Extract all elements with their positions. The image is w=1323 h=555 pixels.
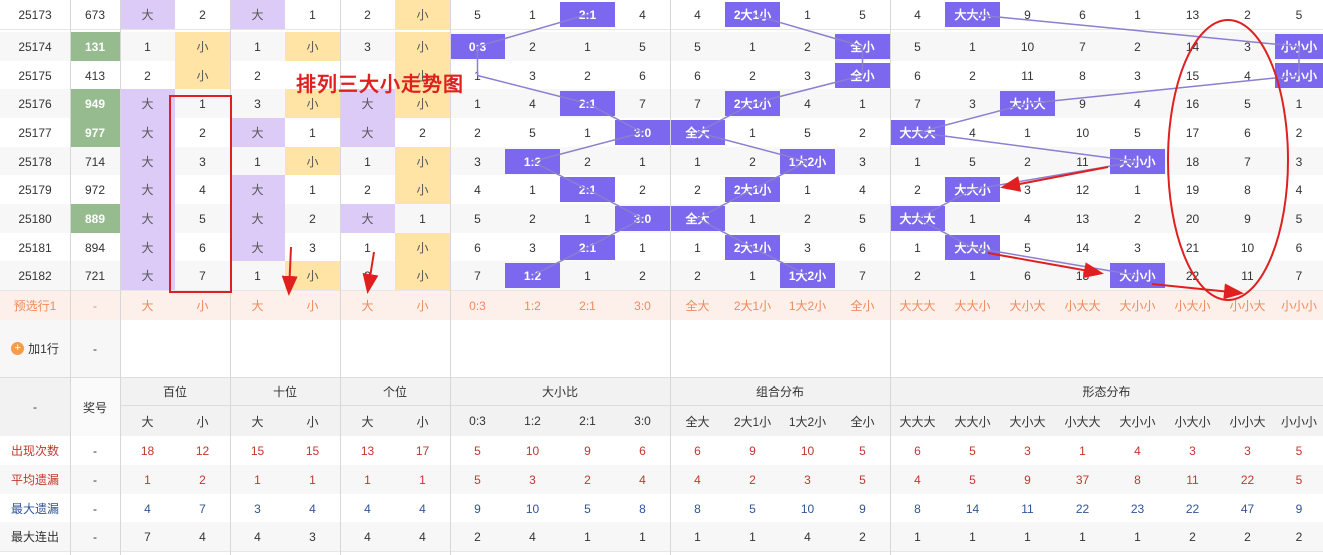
trend-line [532,246,588,277]
arrow-annotation [362,251,379,294]
trend-line [477,74,588,105]
trend-line [917,102,1028,134]
trend-line [752,74,863,105]
arrow-annotation [281,246,298,296]
highlight-box [169,95,232,293]
trend-line [972,246,1138,277]
trend-line [697,131,808,163]
trend-line [587,188,643,220]
trend-line [697,217,753,249]
arrow-annotation [1000,166,1109,192]
trend-line [972,160,1138,191]
trend-line [532,131,643,163]
trend-line [697,102,753,134]
annotation-overlay [169,13,1300,301]
trend-line [697,188,753,220]
trend-line [752,160,808,191]
trend-line [917,188,973,220]
highlight-ellipse [1167,19,1289,301]
trend-line [532,160,588,191]
arrow-annotation [987,252,1104,279]
arrow-annotation [1151,283,1244,300]
trend-line [477,13,588,48]
trend-line [917,131,1138,163]
trend-line [1027,74,1300,105]
trend-line [587,217,643,249]
trend-line [752,13,863,48]
trend-line [917,217,973,249]
trend-line [752,246,808,277]
trend-line [587,102,643,134]
